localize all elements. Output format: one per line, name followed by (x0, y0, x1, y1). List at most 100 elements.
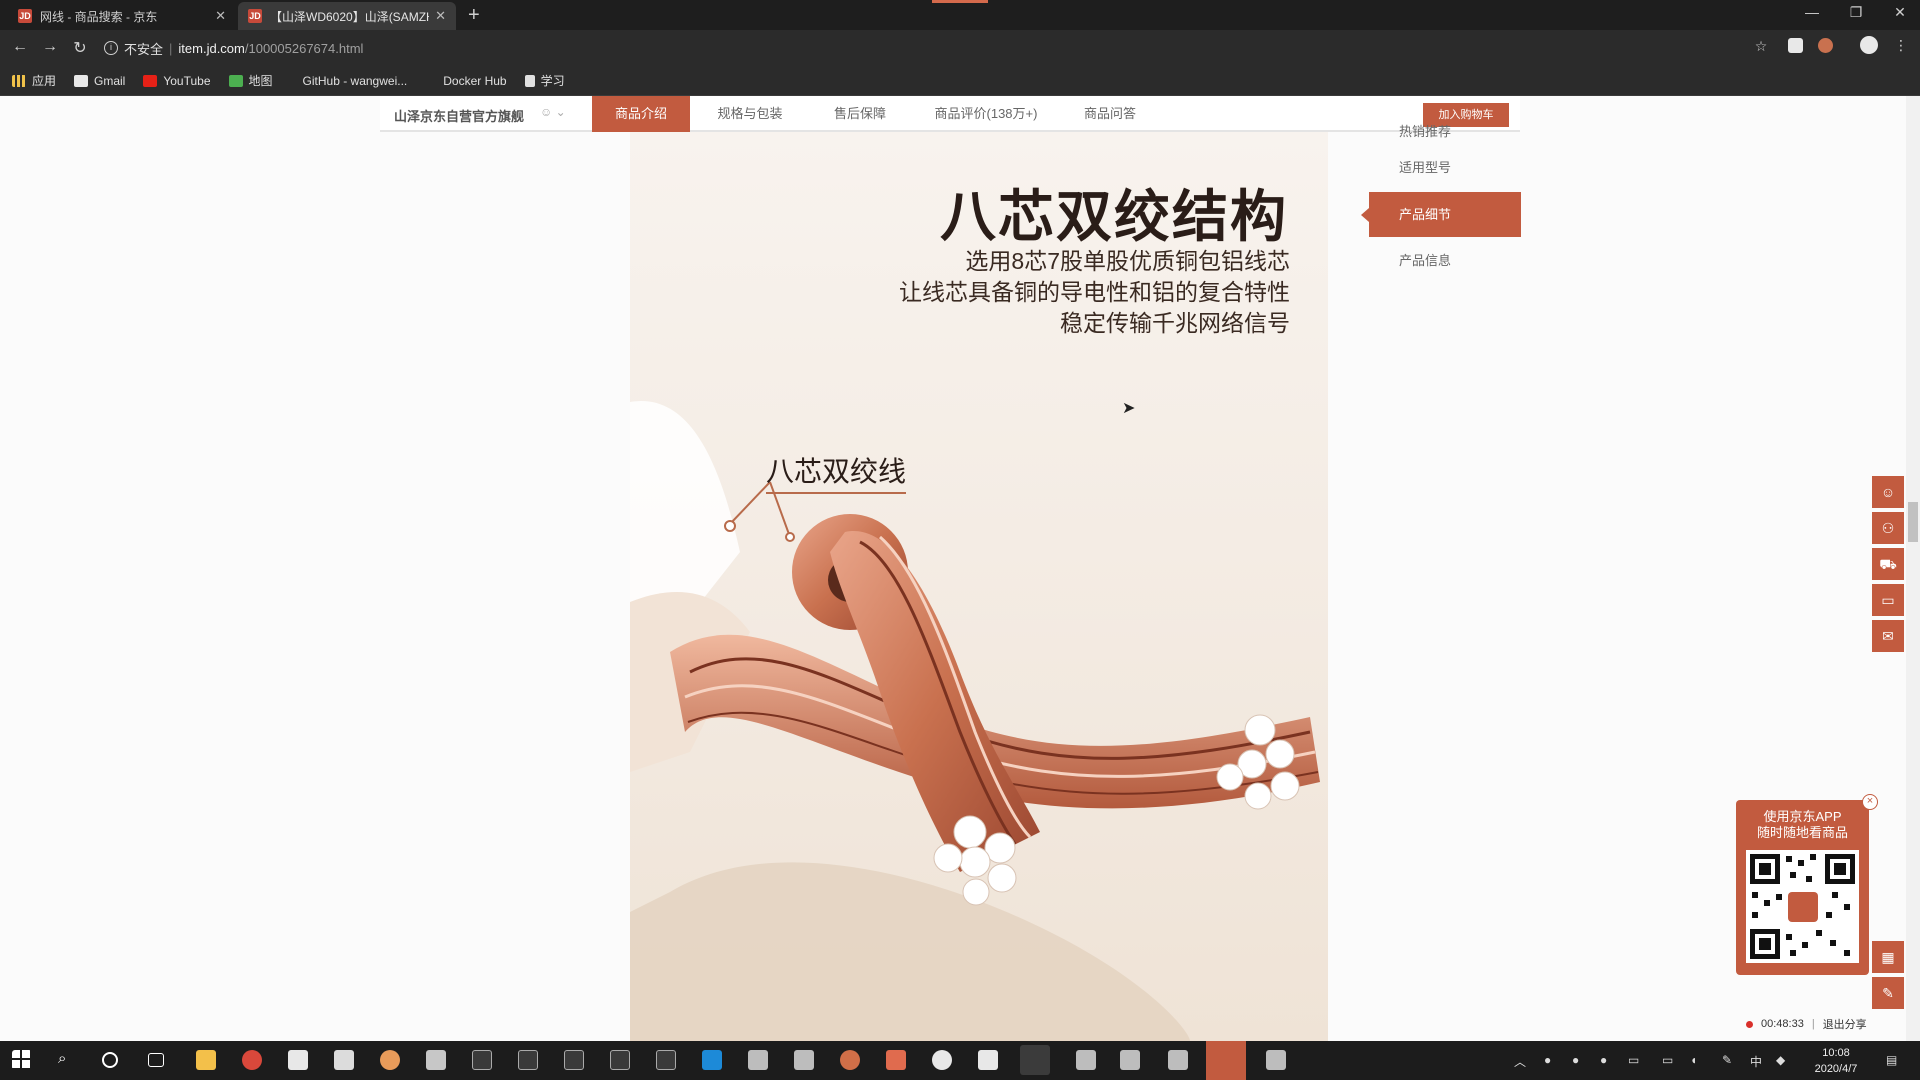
app-icon[interactable] (380, 1050, 400, 1070)
chat-icon[interactable]: ☺ (1872, 476, 1904, 508)
intellij-icon[interactable] (518, 1050, 538, 1070)
datagrip-icon[interactable] (472, 1050, 492, 1070)
bookmark-maps[interactable]: 地图 (228, 72, 273, 89)
app-icon[interactable] (840, 1050, 860, 1070)
page-scrollbar[interactable] (1906, 96, 1920, 1041)
window-drag-indicator (932, 0, 988, 3)
bookmark-dockerhub[interactable]: Docker Hub (443, 74, 506, 88)
cortana-icon[interactable] (102, 1052, 118, 1068)
bookmark-github[interactable]: GitHub - wangwei... (303, 74, 408, 88)
close-window-icon[interactable]: ✕ (1880, 4, 1920, 21)
browser-titlebar: JD 网线 - 商品搜索 - 京东 ✕ JD 【山泽WD6020】山泽(SAMZ… (0, 0, 1920, 30)
cart-icon[interactable]: ⛟ (1872, 548, 1904, 580)
tray-app-icon[interactable]: ● (1600, 1053, 1607, 1067)
menu-kebab-icon[interactable]: ⋮ (1892, 37, 1910, 55)
forward-arrow-icon[interactable]: → (40, 38, 60, 56)
app-icon[interactable] (932, 1050, 952, 1070)
app-icon[interactable] (1076, 1050, 1096, 1070)
battery-icon[interactable]: ▭ (1628, 1053, 1639, 1067)
side-nav-details[interactable]: 产品细节 (1361, 192, 1521, 237)
info-icon[interactable]: i (104, 41, 118, 55)
system-clock[interactable]: 10:08 2020/4/7 (1806, 1045, 1866, 1077)
right-toolbar-bottom: ▦ ✎ (1872, 941, 1904, 1013)
qr-title-line: 随时随地看商品 (1756, 825, 1848, 840)
extension-icon[interactable] (1818, 38, 1833, 53)
bookmark-youtube[interactable]: YouTube (143, 74, 211, 88)
url-path: /100005267674.html (244, 40, 364, 56)
tray-app-icon[interactable]: ◆ (1776, 1053, 1785, 1067)
app-icon[interactable] (794, 1050, 814, 1070)
vscode-icon[interactable] (702, 1050, 722, 1070)
detail-side-nav: 热销推荐 适用型号 产品细节 产品信息 (1361, 114, 1521, 279)
goland-icon[interactable] (564, 1050, 584, 1070)
windows-start-icon[interactable] (12, 1050, 32, 1070)
scrollbar-thumb[interactable] (1908, 502, 1918, 542)
extension-icon[interactable] (1788, 38, 1803, 53)
shop-chat-icon[interactable]: ☺ ⌄ (540, 105, 566, 119)
side-nav-models[interactable]: 适用型号 (1369, 150, 1521, 186)
app-icon[interactable] (1168, 1050, 1188, 1070)
tab-qa[interactable]: 商品问答 (1060, 96, 1160, 132)
search-icon[interactable]: ⌕ (58, 1050, 78, 1070)
app-icon[interactable] (748, 1050, 768, 1070)
share-timer: 00:48:33 (1761, 1018, 1804, 1030)
coupon-icon[interactable]: ▭ (1872, 584, 1904, 616)
address-bar[interactable]: i 不安全 | item.jd.com /100005267674.html (104, 36, 1744, 60)
chrome-icon[interactable] (242, 1050, 262, 1070)
back-arrow-icon[interactable]: ← (10, 38, 30, 56)
bookmark-apps[interactable]: 应用 (12, 72, 56, 89)
app-icon[interactable] (1206, 1041, 1246, 1080)
mail-icon[interactable] (334, 1050, 354, 1070)
file-explorer-icon[interactable] (196, 1050, 216, 1070)
app-icon[interactable] (1020, 1045, 1050, 1075)
side-nav-info[interactable]: 产品信息 (1369, 243, 1521, 279)
bookmark-gmail[interactable]: Gmail (74, 74, 125, 88)
ime-indicator[interactable]: 中 (1750, 1053, 1762, 1070)
youtube-icon (143, 74, 158, 87)
hero-title: 八芯双绞结构 (940, 185, 1288, 248)
volume-icon[interactable]: ◖ (1690, 1053, 1697, 1067)
bookmark-folder-study[interactable]: 学习 (524, 72, 565, 89)
tray-overflow-icon[interactable]: ︿ (1514, 1053, 1526, 1070)
minimize-window-icon[interactable]: — (1792, 4, 1832, 20)
clock-date: 2020/4/7 (1814, 1063, 1858, 1075)
side-nav-hot[interactable]: 热销推荐 (1369, 114, 1521, 150)
reload-icon[interactable]: ↻ (70, 38, 90, 58)
close-qr-popup-icon[interactable]: × (1862, 794, 1878, 810)
pen-icon[interactable]: ✎ (1722, 1053, 1732, 1067)
tab-product-intro[interactable]: 商品介绍 (592, 96, 690, 132)
pycharm-icon[interactable] (610, 1050, 630, 1070)
app-icon[interactable] (886, 1050, 906, 1070)
network-icon[interactable]: ▭ (1662, 1053, 1673, 1067)
tab-after-sales[interactable]: 售后保障 (808, 96, 912, 132)
new-tab-button[interactable]: + (468, 4, 480, 27)
profile-avatar-icon[interactable] (1860, 36, 1878, 54)
shop-name[interactable]: 山泽京东自营官方旗舰 (394, 106, 524, 125)
close-tab-icon[interactable]: ✕ (215, 8, 226, 24)
edit-icon[interactable]: ✎ (1872, 977, 1904, 1009)
browser-tab-search[interactable]: JD 网线 - 商品搜索 - 京东 ✕ (8, 2, 236, 30)
app-icon[interactable] (426, 1050, 446, 1070)
hero-subtitle-line: 让线芯具备铜的导电性和铝的复合特性 (899, 279, 1290, 305)
restore-window-icon[interactable]: ❐ (1836, 4, 1876, 21)
folder-icon (524, 74, 535, 87)
phpstorm-icon[interactable] (656, 1050, 676, 1070)
close-tab-icon[interactable]: ✕ (435, 8, 446, 24)
browser-tab-product[interactable]: JD 【山泽WD6020】山泽(SAMZHI ✕ (238, 2, 456, 30)
store-icon[interactable] (288, 1050, 308, 1070)
tab-specs[interactable]: 规格与包装 (698, 96, 802, 132)
app-icon[interactable] (1266, 1050, 1286, 1070)
user-icon[interactable]: ⚇ (1872, 512, 1904, 544)
exit-share-button[interactable]: 退出分享 (1823, 1016, 1867, 1032)
onenote-icon[interactable] (978, 1050, 998, 1070)
app-icon[interactable] (1120, 1050, 1140, 1070)
qr-code-icon[interactable]: ▦ (1872, 941, 1904, 973)
product-detail-image: 八芯双绞结构 选用8芯7股单股优质铜包铝线芯 让线芯具备铜的导电性和铝的复合特性… (630, 132, 1328, 1041)
tray-app-icon[interactable]: ● (1572, 1053, 1579, 1067)
tray-app-icon[interactable]: ● (1544, 1053, 1551, 1067)
task-view-icon[interactable] (148, 1053, 164, 1067)
tab-reviews[interactable]: 商品评价(138万+) (918, 96, 1054, 132)
notification-icon[interactable]: ▤ (1886, 1053, 1897, 1067)
feedback-icon[interactable]: ✉ (1872, 620, 1904, 652)
bookmark-star-icon[interactable]: ☆ (1752, 38, 1770, 56)
